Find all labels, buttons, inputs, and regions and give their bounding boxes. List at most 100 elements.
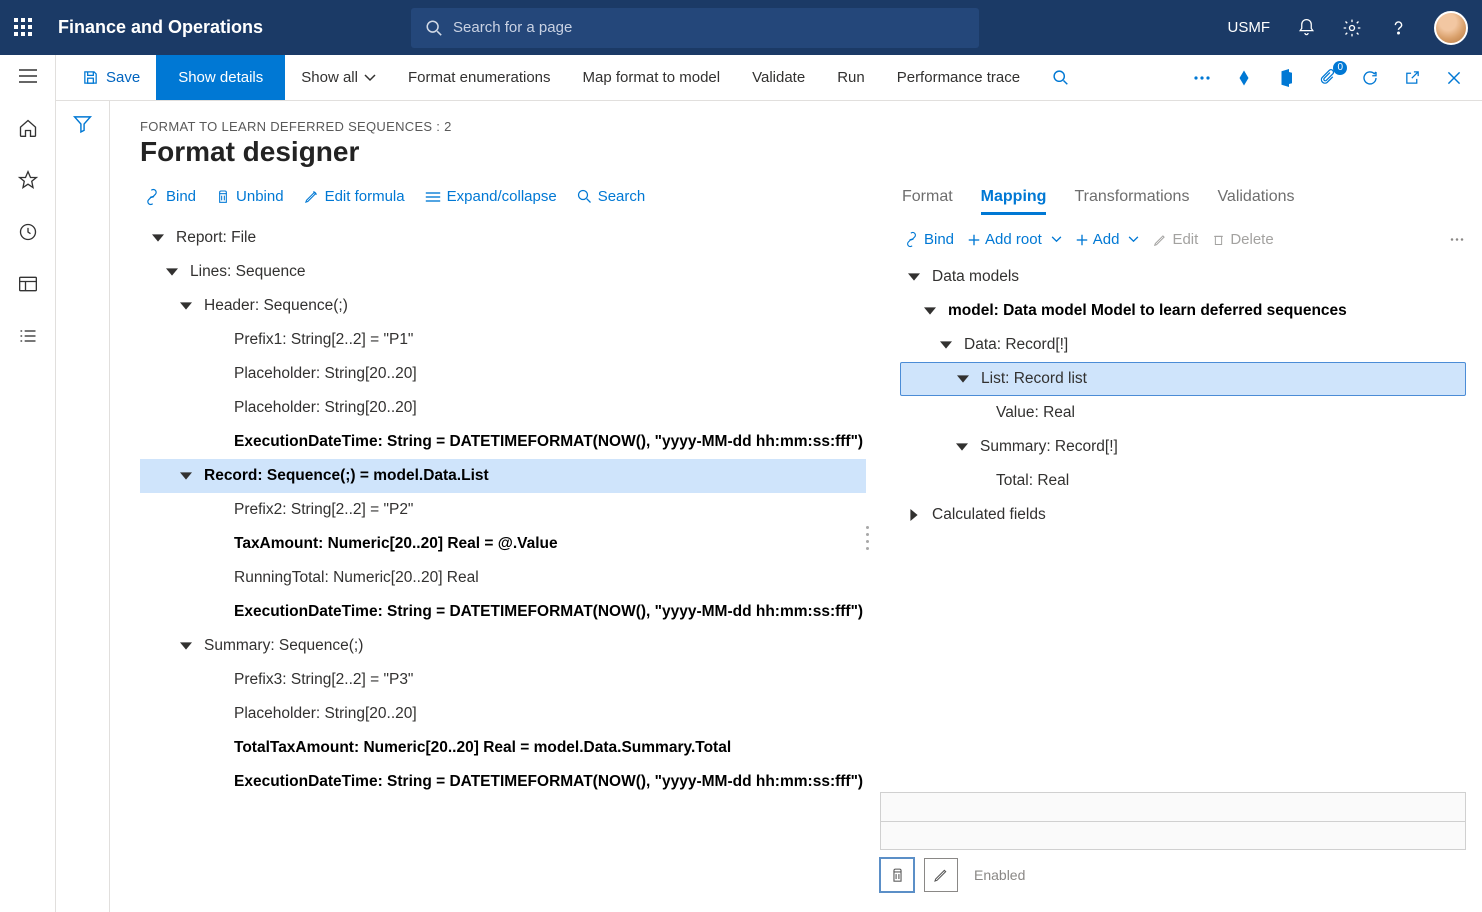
delete-binding-button[interactable]	[880, 858, 914, 892]
action-search-button[interactable]	[1036, 55, 1085, 100]
office-icon[interactable]	[1276, 68, 1296, 88]
tree-row[interactable]: ExecutionDateTime: String = DATETIMEFORM…	[140, 595, 866, 629]
tree-row[interactable]: Prefix1: String[2..2] = "P1"	[140, 323, 866, 357]
caret-down-icon[interactable]	[166, 266, 178, 278]
mapping-overflow[interactable]	[1448, 237, 1466, 242]
tree-label: Placeholder: String[20..20]	[234, 398, 417, 417]
mapping-row[interactable]: model: Data model Model to learn deferre…	[900, 294, 1466, 328]
favorites-icon[interactable]	[17, 169, 39, 191]
mapping-bind-link[interactable]: Bind	[904, 231, 954, 248]
mapping-row[interactable]: Data: Record[!]	[900, 328, 1466, 362]
mapping-toolbar: Bind Add root Add Edit Delete	[900, 225, 1466, 260]
add-link[interactable]: Add	[1076, 231, 1140, 248]
mapping-row[interactable]: Total: Real	[900, 464, 1466, 498]
tab-format[interactable]: Format	[902, 188, 953, 215]
splitter-grip[interactable]	[866, 526, 872, 550]
tree-row[interactable]: TaxAmount: Numeric[20..20] Real = @.Valu…	[140, 527, 866, 561]
expand-collapse-link[interactable]: Expand/collapse	[425, 188, 557, 205]
tree-row[interactable]: TotalTaxAmount: Numeric[20..20] Real = m…	[140, 731, 866, 765]
tree-row[interactable]: ExecutionDateTime: String = DATETIMEFORM…	[140, 765, 866, 799]
tree-row[interactable]: Placeholder: String[20..20]	[140, 697, 866, 731]
tab-transformations[interactable]: Transformations	[1074, 188, 1189, 215]
legal-entity[interactable]: USMF	[1228, 19, 1271, 36]
caret-down-icon[interactable]	[908, 271, 920, 283]
performance-trace-button[interactable]: Performance trace	[881, 55, 1036, 100]
mapping-tree[interactable]: Data modelsmodel: Data model Model to le…	[900, 260, 1466, 532]
tree-row[interactable]: Prefix2: String[2..2] = "P2"	[140, 493, 866, 527]
caret-down-icon[interactable]	[180, 300, 192, 312]
binding-cell-1[interactable]	[880, 792, 1466, 822]
filter-icon[interactable]	[73, 115, 92, 912]
attachments-icon[interactable]: 0	[1318, 68, 1338, 88]
save-button[interactable]: Save	[66, 55, 156, 100]
map-format-to-model-button[interactable]: Map format to model	[567, 55, 737, 100]
mapping-row[interactable]: Value: Real	[900, 396, 1466, 430]
tree-label: Lines: Sequence	[190, 262, 305, 281]
unbind-link[interactable]: Unbind	[216, 188, 284, 205]
tree-row[interactable]: Lines: Sequence	[140, 255, 866, 289]
app-launcher-icon[interactable]	[14, 18, 34, 38]
global-search[interactable]	[411, 8, 979, 48]
bind-link[interactable]: Bind	[144, 188, 196, 205]
tree-row[interactable]: Placeholder: String[20..20]	[140, 357, 866, 391]
tree-label: Report: File	[176, 228, 256, 247]
mapping-label: Data: Record[!]	[964, 335, 1068, 354]
tab-mapping[interactable]: Mapping	[981, 188, 1047, 215]
tree-label: ExecutionDateTime: String = DATETIMEFORM…	[234, 772, 863, 791]
page-title: Format designer	[140, 136, 1482, 168]
mapping-row[interactable]: Calculated fields	[900, 498, 1466, 532]
top-navbar: Finance and Operations USMF	[0, 0, 1482, 55]
help-icon[interactable]	[1388, 18, 1408, 38]
mapping-row[interactable]: List: Record list	[900, 362, 1466, 396]
tree-row[interactable]: Record: Sequence(;) = model.Data.List	[140, 459, 866, 493]
search-link[interactable]: Search	[577, 188, 646, 205]
caret-down-icon[interactable]	[152, 232, 164, 244]
hamburger-icon[interactable]	[17, 65, 39, 87]
modules-icon[interactable]	[17, 325, 39, 347]
show-details-button[interactable]: Show details	[156, 55, 285, 100]
tab-validations[interactable]: Validations	[1217, 188, 1294, 215]
format-enumerations-button[interactable]: Format enumerations	[392, 55, 567, 100]
format-tree[interactable]: Report: File Lines: Sequence Header: Seque…	[140, 221, 876, 799]
user-avatar[interactable]	[1434, 11, 1468, 45]
caret-down-icon[interactable]	[180, 640, 192, 652]
tree-label: ExecutionDateTime: String = DATETIMEFORM…	[234, 602, 863, 621]
tree-row[interactable]: RunningTotal: Numeric[20..20] Real	[140, 561, 866, 595]
notifications-icon[interactable]	[1296, 18, 1316, 38]
chevron-down-icon	[364, 74, 376, 82]
mapping-row[interactable]: Summary: Record[!]	[900, 430, 1466, 464]
tree-row[interactable]: Report: File	[140, 221, 866, 255]
mapping-row[interactable]: Data models	[900, 260, 1466, 294]
settings-icon[interactable]	[1342, 18, 1362, 38]
caret-down-icon[interactable]	[940, 339, 952, 351]
edit-binding-button[interactable]	[924, 858, 958, 892]
run-button[interactable]: Run	[821, 55, 881, 100]
caret-down-icon[interactable]	[924, 305, 936, 317]
close-icon[interactable]	[1444, 68, 1464, 88]
caret-right-icon[interactable]	[908, 509, 920, 521]
powerapps-icon[interactable]	[1234, 68, 1254, 88]
search-input[interactable]	[453, 19, 965, 36]
tree-row[interactable]: Placeholder: String[20..20]	[140, 391, 866, 425]
popout-icon[interactable]	[1402, 68, 1422, 88]
show-all-button[interactable]: Show all	[285, 55, 392, 100]
add-root-link[interactable]: Add root	[968, 231, 1062, 248]
home-icon[interactable]	[17, 117, 39, 139]
overflow-button[interactable]	[1192, 68, 1212, 88]
tree-row[interactable]: Header: Sequence(;)	[140, 289, 866, 323]
left-nav-rail	[0, 55, 56, 912]
refresh-icon[interactable]	[1360, 68, 1380, 88]
mapping-panel: Format Mapping Transformations Validatio…	[876, 186, 1482, 912]
recent-icon[interactable]	[17, 221, 39, 243]
brand-title: Finance and Operations	[58, 17, 263, 38]
workspaces-icon[interactable]	[17, 273, 39, 295]
validate-button[interactable]: Validate	[736, 55, 821, 100]
binding-cell-2[interactable]	[880, 822, 1466, 851]
caret-down-icon[interactable]	[957, 373, 969, 385]
caret-down-icon[interactable]	[956, 441, 968, 453]
caret-down-icon[interactable]	[180, 470, 192, 482]
tree-row[interactable]: Prefix3: String[2..2] = "P3"	[140, 663, 866, 697]
tree-row[interactable]: Summary: Sequence(;)	[140, 629, 866, 663]
edit-formula-link[interactable]: Edit formula	[304, 188, 405, 205]
tree-row[interactable]: ExecutionDateTime: String = DATETIMEFORM…	[140, 425, 866, 459]
